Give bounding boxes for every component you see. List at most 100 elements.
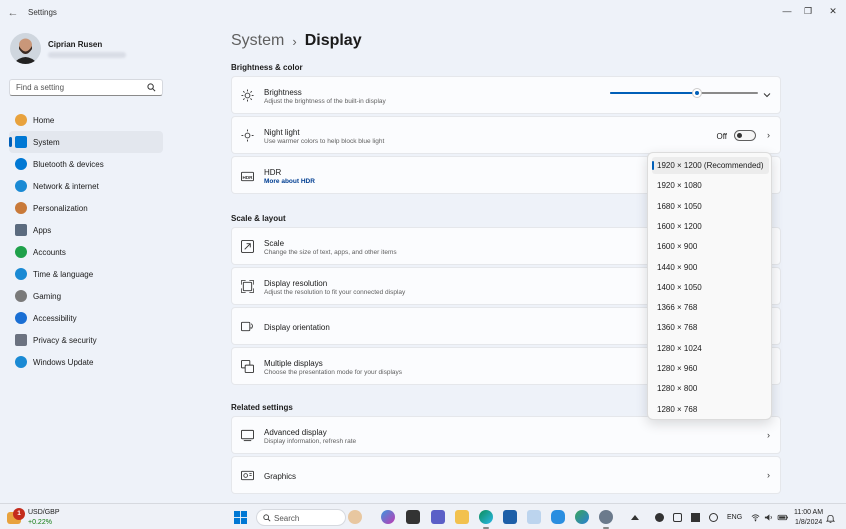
teams-icon[interactable] (431, 510, 445, 524)
browser-icon[interactable] (575, 510, 589, 524)
brightness-slider-thumb[interactable] (692, 88, 703, 98)
resolution-dropdown: 1920 × 1200 (Recommended) 1920 × 1080 1680… (647, 152, 772, 420)
minimize-button[interactable]: — (778, 4, 796, 18)
sidebar-item-label: Privacy & security (33, 335, 97, 345)
sidebar-item-home[interactable]: Home (9, 109, 163, 131)
search-input[interactable] (16, 83, 144, 92)
advanced-display-card[interactable]: Advanced display Display information, re… (231, 416, 781, 454)
night-light-title: Night light (264, 128, 300, 137)
night-light-state: Off (716, 132, 727, 141)
accessibility-icon (15, 312, 27, 324)
sidebar-item-time-language[interactable]: Time & language (9, 263, 163, 285)
resolution-option[interactable]: 1280 × 800 (652, 380, 769, 397)
brightness-slider[interactable] (610, 88, 758, 98)
scale-subtitle: Change the size of text, apps, and other… (264, 249, 397, 256)
sidebar-item-label: Bluetooth & devices (33, 159, 104, 169)
settings-gear-icon[interactable] (599, 510, 613, 529)
back-button[interactable]: ← (6, 6, 20, 20)
notification-bell-icon[interactable] (826, 514, 835, 523)
resolution-option[interactable]: 1440 × 900 (652, 259, 769, 276)
brightness-card[interactable]: Brightness Adjust the brightness of the … (231, 76, 781, 114)
sidebar-item-label: Accessibility (33, 313, 77, 323)
resolution-option[interactable]: 1680 × 1050 (652, 198, 769, 215)
breadcrumb-parent[interactable]: System (231, 32, 284, 50)
edge-icon[interactable] (479, 510, 493, 529)
sidebar-item-label: Apps (33, 225, 52, 235)
graphics-icon (241, 470, 254, 481)
network-icon (15, 180, 27, 192)
multiple-displays-title: Multiple displays (264, 359, 323, 368)
close-button[interactable]: ✕ (824, 4, 842, 18)
tray-app-icon[interactable] (655, 513, 664, 522)
monitor-icon (241, 429, 254, 442)
resolution-option[interactable]: 1366 × 768 (652, 299, 769, 316)
resolution-option[interactable]: 1280 × 1024 (652, 340, 769, 357)
chevron-down-icon[interactable] (763, 92, 771, 98)
resolution-option[interactable]: 1600 × 1200 (652, 218, 769, 235)
wifi-icon[interactable] (751, 513, 760, 522)
sidebar-item-network-internet[interactable]: Network & internet (9, 175, 163, 197)
taskbar: 1 USD/GBP +0.22% Search ENG 11:00 AM 1/8… (0, 503, 846, 529)
volume-icon[interactable] (764, 513, 773, 522)
scale-title: Scale (264, 239, 285, 248)
task-view-icon[interactable] (406, 510, 420, 524)
resolution-subtitle: Adjust the resolution to fit your connec… (264, 289, 406, 296)
resolution-option[interactable]: 1400 × 1050 (652, 279, 769, 296)
chevron-right-icon[interactable]: › (767, 470, 770, 480)
copilot-icon[interactable] (381, 510, 395, 524)
sidebar-item-personalization[interactable]: Personalization (9, 197, 163, 219)
sidebar-item-bluetooth-devices[interactable]: Bluetooth & devices (9, 153, 163, 175)
avatar[interactable] (10, 33, 41, 64)
sidebar-item-accounts[interactable]: Accounts (9, 241, 163, 263)
chevron-right-icon[interactable]: › (767, 130, 770, 140)
section-scale-layout: Scale & layout (231, 214, 286, 223)
night-light-card[interactable]: Night light Use warmer colors to help bl… (231, 116, 781, 154)
hdr-more-link[interactable]: More about HDR (264, 178, 315, 185)
resolution-option[interactable]: 1920 × 1200 (Recommended) (652, 157, 769, 174)
chevron-right-icon[interactable]: › (767, 430, 770, 440)
sidebar-item-label: Home (33, 115, 55, 125)
taskbar-search[interactable]: Search (256, 509, 346, 526)
graphics-card[interactable]: Graphics › (231, 456, 781, 494)
sidebar-item-gaming[interactable]: Gaming (9, 285, 163, 307)
breadcrumb: System › Display (231, 32, 362, 50)
tray-device-icon[interactable] (673, 513, 682, 522)
shield-icon (15, 334, 27, 346)
resolution-option[interactable]: 1600 × 900 (652, 238, 769, 255)
advanced-display-title: Advanced display (264, 428, 327, 437)
store-icon[interactable] (503, 510, 517, 524)
sidebar-item-windows-update[interactable]: Windows Update (9, 351, 163, 373)
resolution-option[interactable]: 1280 × 768 (652, 401, 769, 418)
widget-title[interactable]: USD/GBP (28, 509, 60, 516)
sidebar-item-apps[interactable]: Apps (9, 219, 163, 241)
battery-icon[interactable] (777, 513, 789, 522)
tray-network-share-icon[interactable] (691, 513, 700, 522)
sidebar-item-label: Gaming (33, 291, 62, 301)
language-indicator[interactable]: ENG (727, 514, 742, 521)
tray-overflow-icon[interactable] (631, 515, 639, 520)
resolution-option[interactable]: 1920 × 1080 (652, 177, 769, 194)
clock-time[interactable]: 11:00 AM (794, 509, 823, 516)
globe-icon (15, 268, 27, 280)
gamepad-icon (15, 290, 27, 302)
windows-start-icon[interactable] (234, 511, 247, 524)
accounts-icon (15, 246, 27, 258)
night-light-toggle[interactable] (734, 130, 756, 141)
sidebar-item-label: Time & language (33, 269, 94, 279)
clock-date[interactable]: 1/8/2024 (795, 519, 822, 526)
resolution-icon (241, 280, 254, 293)
chart-app-icon[interactable] (527, 510, 541, 524)
sidebar-item-accessibility[interactable]: Accessibility (9, 307, 163, 329)
graphics-title: Graphics (264, 472, 297, 481)
resolution-option[interactable]: 1280 × 960 (652, 360, 769, 377)
onedrive-icon[interactable] (551, 510, 565, 524)
sidebar-item-privacy-security[interactable]: Privacy & security (9, 329, 163, 351)
resolution-option[interactable]: 1360 × 768 (652, 319, 769, 336)
sidebar-item-system[interactable]: System (9, 131, 163, 153)
tray-location-icon[interactable] (709, 513, 718, 522)
taskbar-people-icon[interactable] (348, 510, 362, 524)
sidebar-nav: Home System Bluetooth & devices Network & i… (9, 109, 163, 373)
maximize-button[interactable]: ❐ (799, 4, 817, 18)
file-explorer-icon[interactable] (455, 510, 469, 524)
search-box[interactable] (9, 79, 163, 96)
